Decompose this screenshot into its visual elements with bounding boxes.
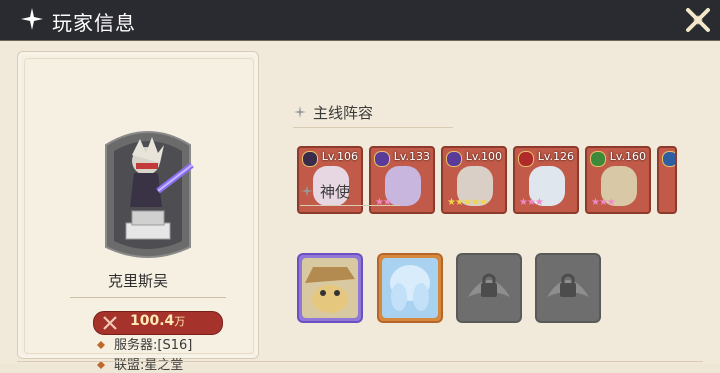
- power-badge: 100.4万: [93, 311, 223, 335]
- crossed-swords-icon: [103, 316, 117, 330]
- player-card: 克里斯吴 100.4万 服务器:[S16] 联盟:星之堂: [17, 51, 259, 373]
- power-value: 100.4万: [130, 313, 186, 329]
- divider: [70, 297, 226, 298]
- main-lineup-heading: 主线阵容: [293, 102, 373, 123]
- element-icon: [302, 151, 318, 167]
- hero-level: Lv.160: [609, 150, 646, 163]
- locked-envoy-slot[interactable]: [456, 253, 522, 323]
- star-rating: ★★★: [519, 197, 544, 208]
- sparkle-icon: [301, 185, 313, 197]
- star-rating: ★★★: [591, 197, 616, 208]
- server-info: 服务器:[S16]: [96, 334, 192, 353]
- hero-level: Lv.106: [321, 150, 358, 163]
- element-icon: [446, 151, 462, 167]
- player-portrait[interactable]: [96, 125, 200, 265]
- hero-card[interactable]: Lv.160 ★★★: [585, 146, 651, 214]
- diamond-bullet-icon: [97, 341, 105, 349]
- hero-card-partial[interactable]: [657, 146, 677, 214]
- element-icon: [518, 151, 534, 167]
- close-icon[interactable]: [684, 6, 712, 34]
- bottom-divider: [17, 361, 703, 362]
- sparkle-icon: [21, 8, 43, 30]
- divider: [293, 127, 453, 128]
- locked-envoy-slot[interactable]: [535, 253, 601, 323]
- element-icon: [662, 151, 675, 167]
- hero-level: Lv.126: [537, 150, 574, 163]
- element-icon: [374, 151, 390, 167]
- star-rating: ★★★★★: [447, 197, 488, 208]
- hero-card[interactable]: Lv.100 ★★★★★: [441, 146, 507, 214]
- hero-level: Lv.100: [465, 150, 502, 163]
- star-rating: ★★: [375, 197, 392, 208]
- power-unit: 万: [174, 315, 186, 328]
- player-name: 克里斯吴: [107, 272, 168, 290]
- hero-level: Lv.133: [393, 150, 430, 163]
- hero-card[interactable]: Lv.126 ★★★: [513, 146, 579, 214]
- hero-card[interactable]: Lv.106: [297, 146, 363, 214]
- window-title: 玩家信息: [52, 11, 136, 35]
- ice-spirit-envoy-icon[interactable]: [377, 253, 443, 323]
- hero-card[interactable]: Lv.133 ★★: [369, 146, 435, 214]
- divider: [300, 205, 400, 206]
- content-area: 克里斯吴 100.4万 服务器:[S16] 联盟:星之堂 主线阵容 Lv.106…: [0, 41, 720, 373]
- element-icon: [590, 151, 606, 167]
- title-bar: 玩家信息: [0, 0, 720, 41]
- scarecrow-envoy-icon[interactable]: [297, 253, 363, 323]
- sparkle-icon: [294, 106, 306, 118]
- envoy-heading: 神使: [300, 181, 350, 202]
